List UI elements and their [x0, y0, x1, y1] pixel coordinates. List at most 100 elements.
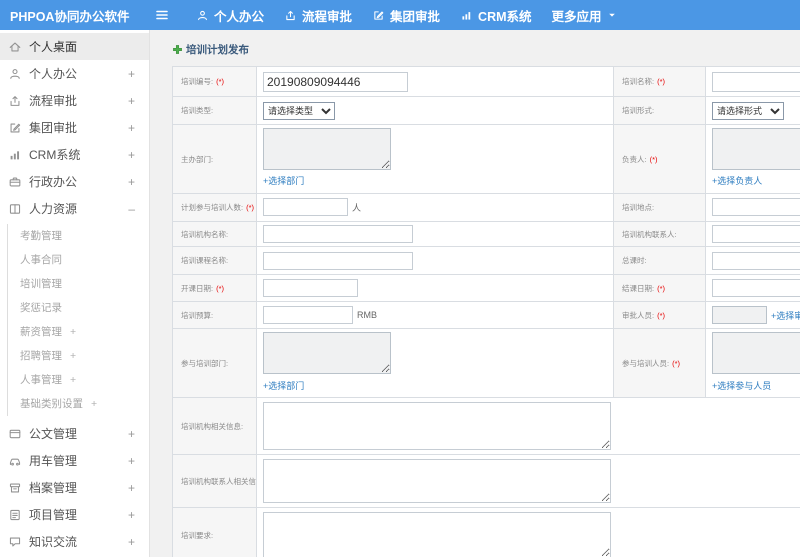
org-contact-input[interactable]	[712, 225, 800, 243]
select-approver-link[interactable]: +选择审批人员	[771, 309, 800, 322]
training-type-select[interactable]: 请选择类型	[263, 102, 335, 120]
expand-toggle[interactable]: +	[70, 326, 76, 338]
sidebar-subitem-hr-contract[interactable]: 人事合同	[8, 248, 149, 272]
sidebar-item-desktop[interactable]: 个人桌面	[0, 33, 149, 60]
upload-icon	[286, 10, 295, 20]
sidebar-subitem-reward-punish[interactable]: 奖惩记录	[8, 296, 149, 320]
sidebar-item-crm[interactable]: CRM系统 +	[0, 141, 149, 168]
select-dept-link[interactable]: +选择部门	[263, 174, 304, 187]
join-dept-box[interactable]	[263, 332, 391, 375]
book-icon	[9, 203, 21, 214]
sidebar-item-label: 集团审批	[29, 121, 78, 135]
sidebar-item-workflow-approval[interactable]: 流程审批 +	[0, 87, 149, 114]
page-title: 培训计划发布	[172, 42, 800, 57]
location-input[interactable]	[712, 198, 800, 217]
org-info-textarea[interactable]	[263, 402, 611, 451]
label-org-info: 培训机构相关信息:	[172, 397, 257, 456]
expand-toggle[interactable]: +	[128, 67, 135, 81]
approver-box[interactable]	[712, 306, 767, 325]
sidebar-item-group-approval[interactable]: 集团审批 +	[0, 114, 149, 141]
label-training-form: 培训形式:	[613, 96, 706, 125]
row-org-name-contact: 培训机构名称: 培训机构联系人:	[172, 220, 800, 248]
nav-crm-system[interactable]: CRM系统	[450, 6, 541, 25]
nav-label: 个人办公	[214, 9, 265, 24]
label-location: 培训地点:	[613, 193, 706, 222]
budget-input[interactable]	[263, 306, 353, 325]
expand-toggle[interactable]: +	[128, 454, 135, 468]
label-org-name: 培训机构名称:	[172, 220, 257, 248]
required-mark: (*)	[657, 310, 666, 320]
sidebar-item-vehicle[interactable]: 用车管理 +	[0, 447, 149, 474]
course-name-input[interactable]	[263, 251, 413, 270]
sidebar-item-personal-office[interactable]: 个人办公 +	[0, 60, 149, 87]
nav-group-approval[interactable]: 集团审批	[362, 6, 450, 25]
expand-toggle[interactable]: +	[128, 535, 135, 549]
host-dept-box[interactable]	[263, 128, 391, 170]
hr-submenu: 考勤管理 人事合同 培训管理 奖惩记录 薪资管理 + 招聘管理 + 人事管理 + 基础…	[7, 224, 149, 416]
training-name-input[interactable]	[712, 71, 800, 92]
sidebar-item-label: CRM系统	[29, 148, 81, 162]
project-icon	[10, 509, 20, 520]
unit-person: 人	[352, 202, 362, 213]
required-mark: (*)	[216, 283, 225, 293]
sidebar-subitem-base-category[interactable]: 基础类别设置 +	[8, 392, 149, 416]
label-total-hours: 总课时:	[613, 246, 706, 276]
sidebar-subitem-salary[interactable]: 薪资管理 +	[8, 320, 149, 344]
label-course-name: 培训课程名称:	[172, 246, 257, 276]
start-date-input[interactable]	[263, 279, 358, 298]
training-form-select[interactable]: 请选择形式	[712, 102, 784, 120]
expand-toggle[interactable]: +	[128, 121, 135, 135]
sidebar-item-project[interactable]: 项目管理 +	[0, 501, 149, 528]
label-training-no: 培训编号: (*)	[172, 66, 257, 97]
training-no-input[interactable]	[263, 71, 408, 92]
row-dates: 开课日期: (*) 结课日期: (*)	[172, 274, 800, 303]
hamburger-icon[interactable]	[154, 7, 170, 23]
expand-toggle[interactable]: +	[128, 481, 135, 495]
nav-personal-office[interactable]: 个人办公	[186, 6, 274, 25]
expand-toggle[interactable]: +	[70, 350, 76, 362]
top-bar: PHPOA协同办公软件 个人办公 流程审批 集团审批 CRM系统 更多应用	[0, 0, 800, 30]
nav-workflow-approval[interactable]: 流程审批	[274, 6, 362, 25]
expand-toggle[interactable]: +	[128, 94, 135, 108]
select-leader-link[interactable]: +选择负责人	[712, 174, 762, 187]
sidebar-subitem-training[interactable]: 培训管理	[8, 272, 149, 296]
join-people-box[interactable]	[712, 332, 800, 375]
sidebar-item-label: 个人办公	[29, 67, 78, 81]
sidebar-item-knowledge[interactable]: 知识交流 +	[0, 528, 149, 555]
expand-toggle[interactable]: +	[70, 374, 76, 386]
requirement-textarea[interactable]	[263, 512, 611, 557]
expand-toggle[interactable]: +	[128, 148, 135, 162]
label-requirement: 培训要求:	[172, 507, 257, 557]
org-contact-info-textarea[interactable]	[263, 459, 611, 504]
sidebar-subitem-attendance[interactable]: 考勤管理	[8, 224, 149, 248]
sidebar-item-hr[interactable]: 人力资源 –	[0, 195, 149, 222]
sidebar-subitem-personnel[interactable]: 人事管理 +	[8, 368, 149, 392]
sidebar-subitem-recruit[interactable]: 招聘管理 +	[8, 344, 149, 368]
expand-toggle[interactable]: +	[128, 427, 135, 441]
end-date-input[interactable]	[712, 279, 800, 298]
expand-toggle[interactable]: +	[128, 175, 135, 189]
row-requirement: 培训要求:	[172, 507, 800, 557]
total-hours-input[interactable]	[712, 251, 800, 270]
label-approver: 审批人员: (*)	[613, 301, 706, 330]
org-name-input[interactable]	[263, 225, 413, 243]
sidebar-item-archive[interactable]: 档案管理 +	[0, 474, 149, 501]
select-join-dept-link[interactable]: +选择部门	[263, 379, 304, 392]
sidebar-item-label: 知识交流	[29, 535, 78, 549]
label-budget: 培训预算:	[172, 301, 257, 330]
expand-toggle[interactable]: +	[128, 508, 135, 522]
collapse-toggle[interactable]: –	[128, 202, 135, 216]
nav-label: 流程审批	[302, 9, 353, 24]
nav-more-apps[interactable]: 更多应用	[542, 6, 627, 25]
sidebar-item-admin-office[interactable]: 行政办公 +	[0, 168, 149, 195]
select-join-people-link[interactable]: +选择参与人员	[712, 379, 771, 392]
sidebar-item-label: 档案管理	[29, 481, 78, 495]
expand-toggle[interactable]: +	[91, 398, 97, 410]
user-icon	[10, 68, 20, 79]
sidebar-item-label: 个人桌面	[29, 40, 78, 54]
row-count-location: 计划参与培训人数: (*) 人 培训地点:	[172, 193, 800, 222]
archive-icon	[9, 483, 21, 492]
leader-box[interactable]	[712, 128, 800, 170]
sidebar-item-documents[interactable]: 公文管理 +	[0, 420, 149, 447]
planned-count-input[interactable]	[263, 198, 348, 217]
